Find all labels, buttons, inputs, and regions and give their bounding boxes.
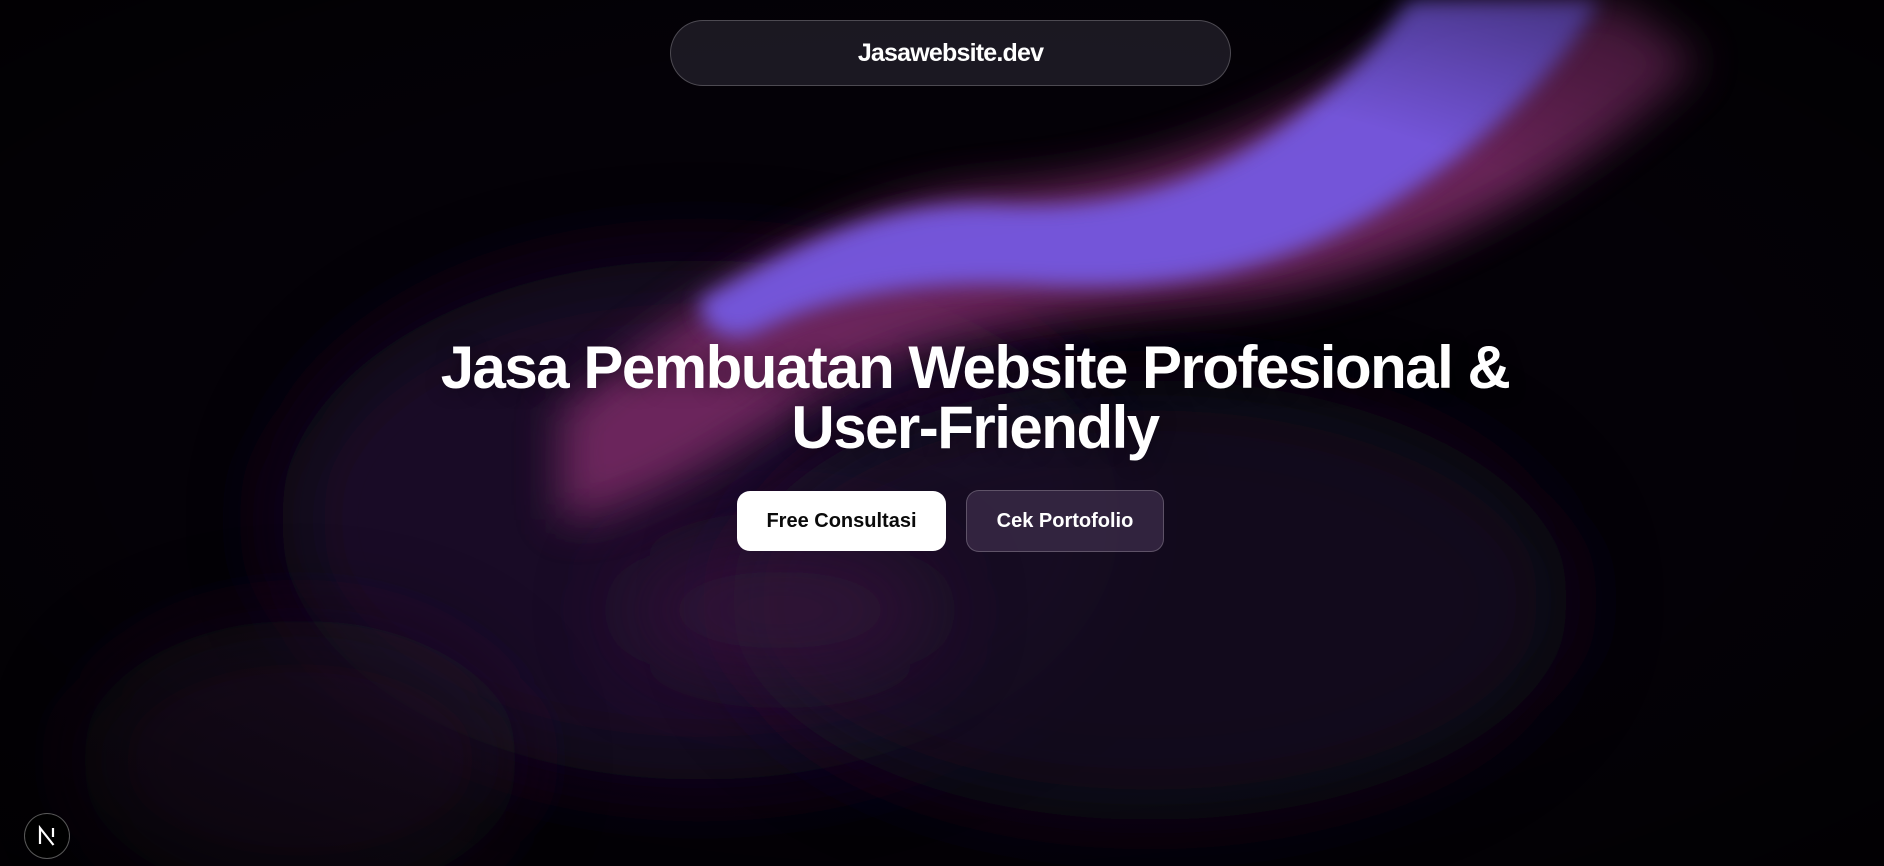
brand-name[interactable]: Jasawebsite.dev bbox=[858, 39, 1044, 68]
nextjs-n-glyph bbox=[38, 825, 55, 846]
nextjs-logo-icon[interactable] bbox=[24, 813, 70, 859]
hero-title: Jasa Pembuatan Website Profesional & Use… bbox=[0, 338, 1884, 458]
landing-page: Jasawebsite.dev Jasa Pembuatan Website P… bbox=[0, 0, 1884, 866]
brand-pill[interactable]: Jasawebsite.dev bbox=[670, 20, 1231, 86]
hero-title-line-1: Jasa Pembuatan Website Profesional & bbox=[440, 334, 1511, 401]
portfolio-button[interactable]: Cek Portofolio bbox=[966, 490, 1164, 552]
hero-title-line-2: User-Friendly bbox=[791, 394, 1160, 461]
free-consultation-button[interactable]: Free Consultasi bbox=[737, 491, 946, 551]
